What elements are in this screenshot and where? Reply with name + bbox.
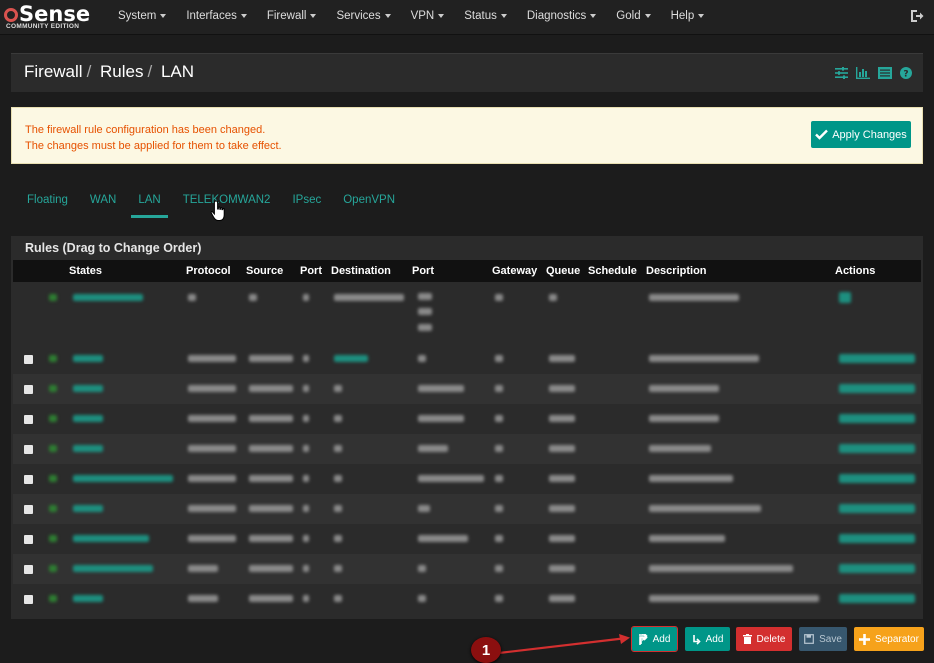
panel-title: Rules (Drag to Change Order): [25, 241, 202, 255]
nav-diagnostics[interactable]: Diagnostics: [517, 0, 606, 34]
help-icon[interactable]: ?: [900, 67, 912, 79]
caret-down-icon: [644, 13, 651, 18]
tab-openvpn[interactable]: OpenVPN: [332, 186, 406, 218]
caret-down-icon: [384, 13, 391, 18]
col-dest-port: Port: [412, 265, 434, 277]
apply-changes-button[interactable]: Apply Changes: [811, 121, 911, 148]
logout-icon[interactable]: [910, 9, 924, 23]
svg-text:?: ?: [903, 69, 908, 79]
add-separator-button[interactable]: Separator: [854, 627, 924, 651]
trash-icon: [742, 634, 752, 644]
breadcrumb-lan: LAN: [160, 62, 195, 81]
arrow-up-icon: [638, 633, 648, 645]
col-destination: Destination: [331, 265, 391, 277]
table-row[interactable]: [13, 554, 921, 584]
annotation-arrow-icon: [498, 634, 630, 655]
breadcrumb-rules[interactable]: Rules: [100, 62, 143, 81]
rules-panel: Rules (Drag to Change Order) States Prot…: [11, 236, 923, 619]
table-row[interactable]: [13, 344, 921, 374]
tab-lan[interactable]: LAN: [127, 186, 171, 218]
hand-cursor-icon: [210, 200, 225, 221]
bar-chart-icon[interactable]: [856, 67, 870, 79]
main-menu: System Interfaces Firewall Services VPN …: [108, 0, 714, 34]
col-actions: Actions: [835, 265, 876, 277]
caret-down-icon: [160, 13, 167, 18]
check-icon: [815, 129, 829, 140]
col-schedule: Schedule: [588, 265, 637, 277]
arrow-down-icon: [692, 634, 701, 645]
rule-checkbox[interactable]: [24, 445, 33, 454]
rule-checkbox[interactable]: [24, 355, 33, 364]
alert-line-1: The firewall rule configuration has been…: [25, 124, 266, 136]
annotation-badge: 1: [471, 637, 501, 663]
floppy-icon: [804, 634, 814, 644]
top-navbar: Sense COMMUNITY EDITION System Interface…: [0, 0, 934, 35]
rule-checkbox[interactable]: [24, 595, 33, 604]
plus-icon: [859, 633, 871, 645]
caret-down-icon: [500, 13, 507, 18]
sliders-icon[interactable]: [835, 67, 848, 79]
table-row[interactable]: [13, 464, 921, 494]
rules-table-header: States Protocol Source Port Destination …: [13, 260, 921, 282]
breadcrumb: Firewall / Rules / LAN: [24, 62, 195, 81]
nav-status[interactable]: Status: [454, 0, 517, 34]
tab-wan[interactable]: WAN: [79, 186, 127, 218]
col-queue: Queue: [546, 265, 581, 277]
nav-help[interactable]: Help: [661, 0, 715, 34]
logo-ring-icon: [4, 8, 18, 22]
page-header: Firewall / Rules / LAN ?: [11, 53, 923, 92]
rule-checkbox[interactable]: [24, 565, 33, 574]
brand-edition: COMMUNITY EDITION: [6, 23, 80, 30]
caret-down-icon: [590, 13, 597, 18]
rule-checkbox[interactable]: [24, 475, 33, 484]
col-description: Description: [646, 265, 707, 277]
alert-line-2: The changes must be applied for them to …: [25, 140, 282, 152]
brand-logo[interactable]: Sense COMMUNITY EDITION: [4, 3, 96, 31]
save-order-button[interactable]: Save: [799, 627, 847, 651]
col-port: Port: [300, 265, 322, 277]
caret-down-icon: [310, 13, 317, 18]
add-rule-top-button[interactable]: Add: [631, 626, 678, 652]
nav-system[interactable]: System: [108, 0, 176, 34]
delete-rules-button[interactable]: Delete: [736, 627, 792, 651]
tab-ipsec[interactable]: IPsec: [281, 186, 332, 218]
rule-checkbox[interactable]: [24, 505, 33, 514]
table-row[interactable]: [13, 282, 921, 344]
table-row[interactable]: [13, 584, 921, 614]
caret-down-icon: [240, 13, 247, 18]
rule-checkbox[interactable]: [24, 415, 33, 424]
col-protocol: Protocol: [186, 265, 231, 277]
table-row[interactable]: [13, 404, 921, 434]
tab-floating[interactable]: Floating: [16, 186, 79, 218]
caret-down-icon: [698, 13, 705, 18]
col-states: States: [69, 265, 103, 277]
table-row[interactable]: [13, 494, 921, 524]
nav-vpn[interactable]: VPN: [401, 0, 455, 34]
table-row[interactable]: [13, 434, 921, 464]
nav-interfaces[interactable]: Interfaces: [176, 0, 257, 34]
table-row[interactable]: [13, 374, 921, 404]
col-source: Source: [246, 265, 284, 277]
nav-services[interactable]: Services: [326, 0, 400, 34]
config-changed-alert: The firewall rule configuration has been…: [11, 107, 923, 164]
nav-gold[interactable]: Gold: [606, 0, 660, 34]
list-icon[interactable]: [878, 67, 892, 79]
nav-firewall[interactable]: Firewall: [257, 0, 327, 34]
rule-actions-bar: Add Add Delete Save Separator: [0, 626, 934, 652]
add-rule-bottom-button[interactable]: Add: [685, 627, 730, 651]
col-gateway: Gateway: [492, 265, 538, 277]
rule-checkbox[interactable]: [24, 535, 33, 544]
rule-checkbox[interactable]: [24, 385, 33, 394]
header-icons: ?: [835, 67, 912, 79]
breadcrumb-firewall[interactable]: Firewall: [24, 62, 83, 81]
table-row[interactable]: [13, 524, 921, 554]
caret-down-icon: [438, 13, 445, 18]
